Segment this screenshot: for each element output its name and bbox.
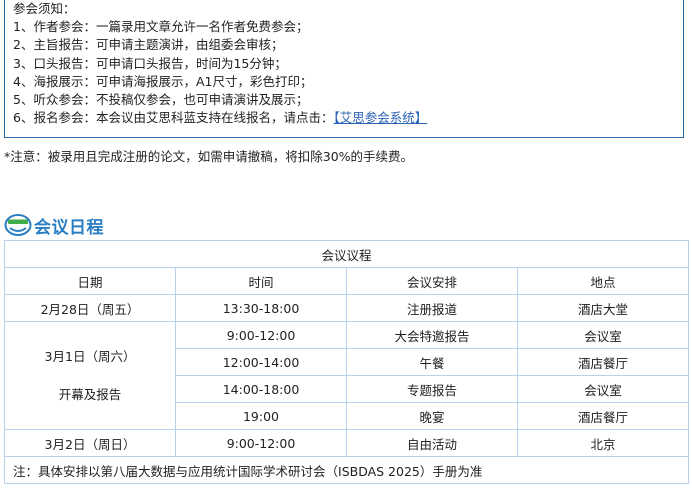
date-cell-multi: 3月1日（周六） 开幕及报告 <box>4 321 176 430</box>
header-event: 会议安排 <box>346 267 518 295</box>
conference-logo-icon <box>4 214 32 236</box>
time-cell: 9:00-12:00 <box>175 429 347 457</box>
notice-item-register: 6、报名参会：本会议由艾思科蓝支持在线报名，请点击：【艾思参会系统】 <box>13 109 683 127</box>
notice-item: 3、口头报告：可申请口头报告，时间为15分钟； <box>13 55 287 71</box>
section-header: 会议日程 <box>4 212 104 238</box>
time-cell: 9:00-12:00 <box>175 321 347 349</box>
withdrawal-note: *注意：被录用且完成注册的论文，如需申请撤稿，将扣除30%的手续费。 <box>4 149 414 164</box>
time-cell: 19:00 <box>175 402 347 430</box>
notice-title: 参会须知： <box>13 1 76 16</box>
place-cell: 酒店餐厅 <box>516 348 690 376</box>
place-cell: 北京 <box>516 429 690 457</box>
event-cell: 午餐 <box>346 348 518 376</box>
register-text: 6、报名参会：本会议由艾思科蓝支持在线报名，请点击： <box>13 110 334 126</box>
place-cell: 会议室 <box>516 375 690 403</box>
time-cell: 12:00-14:00 <box>175 348 347 376</box>
notice-item: 1、作者参会：一篇录用文章允许一名作者免费参会； <box>13 19 309 35</box>
date-cell: 3月2日（周日） <box>4 429 176 457</box>
header-time: 时间 <box>175 267 347 295</box>
notice-item: 4、海报展示：可申请海报展示，A1尺寸，彩色打印； <box>13 73 313 89</box>
event-cell: 注册报道 <box>346 294 518 322</box>
notice-box: 参会须知： 1、作者参会：一篇录用文章允许一名作者免费参会； 2、主旨报告：可申… <box>4 0 684 138</box>
header-place: 地点 <box>516 267 690 295</box>
event-cell: 专题报告 <box>346 375 518 403</box>
table-caption-row: 会议议程 <box>3 240 690 268</box>
time-cell: 14:00-18:00 <box>175 375 347 403</box>
place-cell: 酒店餐厅 <box>516 402 690 430</box>
event-cell: 晚宴 <box>346 402 518 430</box>
notice-item: 5、听众参会：不投稿仅参会，也可申请演讲及展示； <box>13 91 309 107</box>
table-footnote: 注：具体安排以第八届大数据与应用统计国际学术研讨会（ISBDAS 2025）手册… <box>3 456 690 484</box>
table-footnote-row: 注：具体安排以第八届大数据与应用统计国际学术研讨会（ISBDAS 2025）手册… <box>3 456 690 484</box>
table-header-row: 日期 时间 会议安排 地点 <box>4 267 690 295</box>
date-cell: 3月1日（周六） <box>44 348 136 364</box>
register-system-link[interactable]: 【艾思参会系统】 <box>333 110 427 125</box>
event-cell: 大会特邀报告 <box>346 321 518 349</box>
section-title: 会议日程 <box>34 217 104 238</box>
place-cell: 酒店大堂 <box>516 294 690 322</box>
schedule-table-wrap: 会议议程 日期 时间 会议安排 地点 2月28日（周五） 13:30-18:00… <box>3 240 690 484</box>
table-row: 2月28日（周五） 13:30-18:00 注册报道 酒店大堂 <box>4 294 690 322</box>
schedule-table: 会议议程 日期 时间 会议安排 地点 2月28日（周五） 13:30-18:00… <box>3 240 690 484</box>
date-cell: 2月28日（周五） <box>4 294 176 322</box>
table-caption: 会议议程 <box>3 240 690 268</box>
table-row: 3月2日（周日） 9:00-12:00 自由活动 北京 <box>4 429 690 457</box>
event-cell: 自由活动 <box>346 429 518 457</box>
date-subtitle: 开幕及报告 <box>58 386 122 402</box>
table-row: 3月1日（周六） 开幕及报告 9:00-12:00 大会特邀报告 会议室 <box>4 321 690 430</box>
place-cell: 会议室 <box>516 321 690 349</box>
notice-item: 2、主旨报告：可申请主题演讲，由组委会审核； <box>13 37 284 53</box>
header-date: 日期 <box>4 267 176 295</box>
time-cell: 13:30-18:00 <box>175 294 347 322</box>
